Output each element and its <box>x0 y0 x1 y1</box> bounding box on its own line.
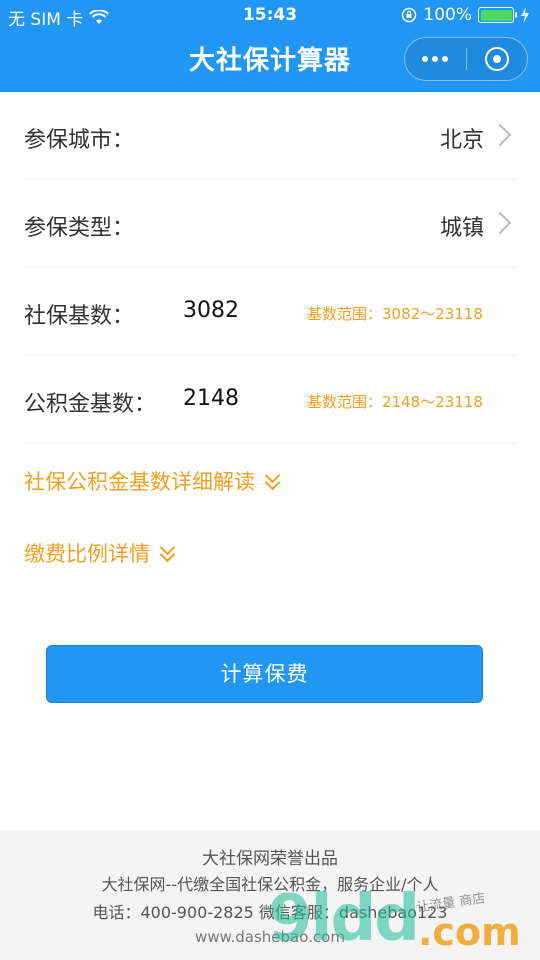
city-value: 北京 <box>439 128 484 153</box>
base-detail-label: 社保公积金基数详细解读 <box>24 470 255 494</box>
more-dot-icon <box>422 56 429 62</box>
more-dot-icon <box>442 56 449 62</box>
insurance-type-row[interactable]: 参保类型： 城镇 <box>24 180 518 268</box>
footer-contact: 电话：400-900-2825 微信客服：dashebao123 <box>92 903 448 922</box>
social-base-range: 基数范围：3082～23118 <box>307 305 483 323</box>
chevron-right-icon <box>488 211 512 235</box>
footer-website: www.dashebao.com <box>195 928 345 946</box>
fund-base-label: 公积金基数： <box>24 392 157 417</box>
fund-base-range: 基数范围：2148～23118 <box>307 393 483 411</box>
more-button[interactable] <box>405 37 466 81</box>
city-label: 参保城市： <box>24 128 135 153</box>
chevron-right-icon <box>488 123 512 147</box>
more-dot-icon <box>432 56 439 62</box>
insurance-type-label: 参保类型： <box>24 216 135 241</box>
fund-base-input[interactable]: 2148 <box>183 386 239 411</box>
close-circle-icon <box>484 47 509 71</box>
ratio-detail-label: 缴费比例详情 <box>24 542 150 566</box>
close-button[interactable] <box>466 37 527 81</box>
double-chevron-down-icon <box>263 467 283 491</box>
footer: 大社保网荣誉出品 大社保网--代缴全国社保公积金，服务企业/个人 电话：400-… <box>0 830 540 960</box>
base-detail-link[interactable]: 社保公积金基数详细解读 <box>24 466 283 496</box>
battery-icon <box>478 7 517 23</box>
insurance-type-value: 城镇 <box>439 216 484 241</box>
status-bar: 无 SIM 卡 15:43 100% <box>0 0 540 30</box>
social-base-row: 社保基数： 3082 基数范围：3082～23118 <box>24 268 518 356</box>
fund-base-row: 公积金基数： 2148 基数范围：2148～23118 <box>24 356 518 444</box>
miniprogram-capsule <box>404 37 528 81</box>
city-row[interactable]: 参保城市： 北京 <box>24 92 518 180</box>
ratio-detail-link[interactable]: 缴费比例详情 <box>24 538 178 568</box>
top-bar: 无 SIM 卡 15:43 100% 大社保计算器 <box>0 0 540 92</box>
calculate-button[interactable]: 计算保费 <box>46 645 483 703</box>
battery-percent: 100% <box>423 5 472 25</box>
social-base-label: 社保基数： <box>24 304 135 329</box>
status-right: 100% <box>401 5 530 25</box>
orientation-lock-icon <box>402 7 417 23</box>
charging-icon <box>521 7 529 23</box>
footer-credit: 大社保网荣誉出品 <box>202 849 338 869</box>
social-base-input[interactable]: 3082 <box>183 298 239 323</box>
battery-fill <box>480 9 512 21</box>
footer-description: 大社保网--代缴全国社保公积金，服务企业/个人 <box>101 875 439 894</box>
double-chevron-down-icon <box>158 539 178 563</box>
